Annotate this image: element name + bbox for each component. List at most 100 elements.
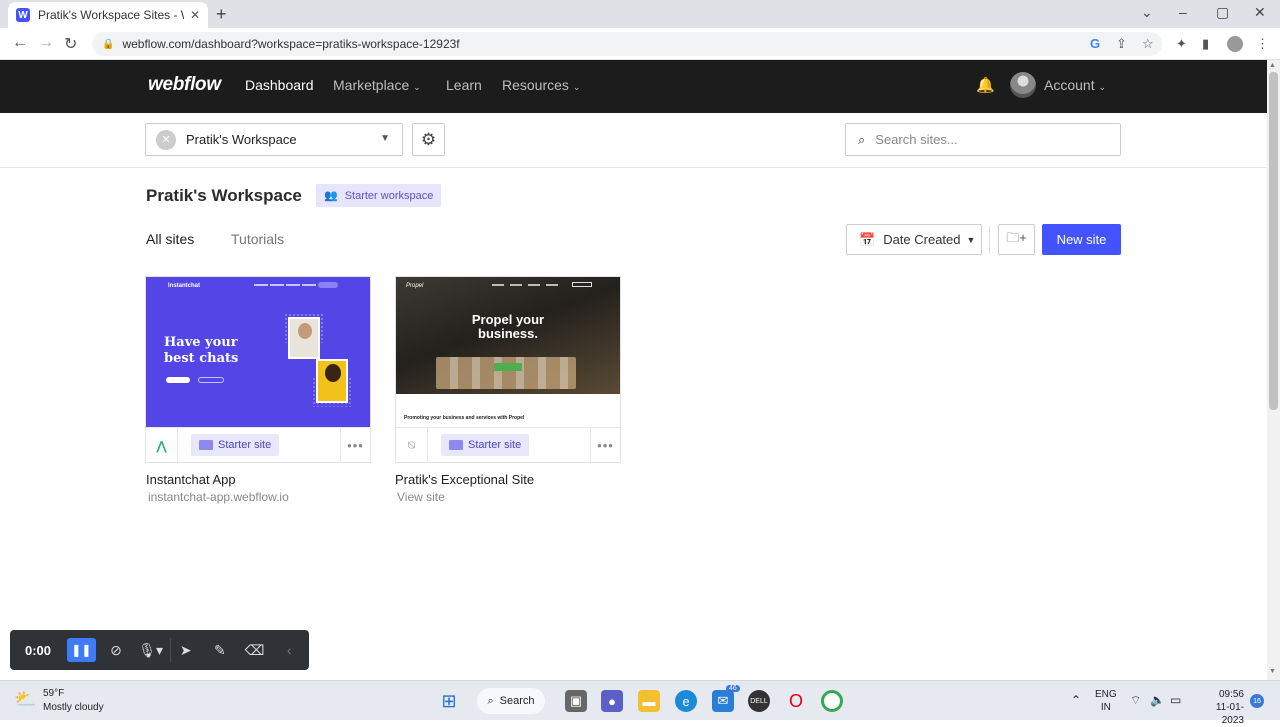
notification-badge[interactable]: 16 (1250, 694, 1264, 708)
scroll-up-icon[interactable]: ▲ (1269, 62, 1276, 69)
system-clock[interactable]: 09:56 11-01-2023 (1194, 688, 1244, 727)
webflow-favicon-icon: W (16, 8, 30, 22)
pointer-icon[interactable]: ➤ (170, 638, 200, 662)
eraser-icon[interactable]: ⌫ (240, 638, 270, 662)
nav-resources[interactable]: Resources ⌄ (502, 77, 580, 93)
language-indicator[interactable]: ENG IN (1095, 688, 1117, 714)
tab-all-sites[interactable]: All sites (146, 231, 194, 247)
calendar-icon: 📅 (859, 231, 876, 247)
site-card-footer: ⋀ Starter site ••• (146, 427, 370, 463)
mic-off-icon[interactable]: 🎙▾ (136, 638, 166, 662)
account-avatar[interactable] (1010, 72, 1036, 98)
chrome-menu-icon[interactable]: ⋮ (1256, 36, 1269, 52)
site-card[interactable]: Instantchat Have your best chats ⋀ Start… (145, 276, 371, 463)
extensions-icon[interactable]: ✦ (1176, 36, 1187, 52)
new-folder-button[interactable]: 🗀+ (998, 224, 1035, 255)
maximize-icon[interactable]: ▢ (1216, 4, 1229, 21)
chrome-icon[interactable] (821, 690, 843, 712)
minimize-icon[interactable]: – (1179, 4, 1187, 20)
search-sites-box[interactable]: ⌕ (845, 123, 1121, 156)
search-input[interactable] (875, 132, 1096, 147)
sort-dropdown[interactable]: 📅 Date Created ▼ (846, 224, 982, 255)
edge-browser-icon[interactable]: e (675, 690, 697, 712)
nav-dashboard[interactable]: Dashboard (245, 77, 314, 93)
account-menu[interactable]: Account ⌄ (1044, 77, 1106, 93)
thumb-nav-link (510, 284, 522, 286)
browser-tab[interactable]: W Pratik's Workspace Sites - Webflow ✕ (8, 2, 208, 28)
teams-chat-icon[interactable]: ● (601, 690, 623, 712)
url-field[interactable]: 🔒 webflow.com/dashboard?workspace=pratik… (92, 32, 1162, 56)
site-thumbnail[interactable]: Propel Propel your business. Promoting y… (396, 277, 620, 427)
mail-icon[interactable]: ✉ (712, 690, 734, 712)
close-tab-icon[interactable]: ✕ (190, 8, 200, 22)
thumb-nav-link (528, 284, 540, 286)
site-more-options-icon[interactable]: ••• (590, 428, 620, 463)
page-title: Pratik's Workspace (146, 186, 302, 205)
starter-site-badge[interactable]: Starter site (191, 434, 280, 456)
close-window-icon[interactable]: ✕ (1254, 4, 1266, 21)
google-icon[interactable]: G (1090, 36, 1100, 51)
battery-icon[interactable]: ▭ (1170, 693, 1181, 707)
task-view-icon[interactable]: ▣ (565, 690, 587, 712)
scroll-down-icon[interactable]: ▼ (1269, 668, 1276, 675)
webflow-logo[interactable]: webflow (148, 74, 221, 96)
opera-icon[interactable]: O (785, 690, 807, 712)
weather-icon[interactable]: ⛅ (14, 689, 36, 710)
screen-recorder-toolbar: 0:00 ❚❚ ⊘ 🎙▾ ➤ ✎ ⌫ ‹ (10, 630, 309, 670)
scrollbar-thumb[interactable] (1269, 72, 1278, 410)
dell-icon[interactable]: DELL (748, 690, 770, 712)
windows-start-icon[interactable]: ⊞ (438, 690, 460, 712)
thumb-primary-button (166, 377, 190, 383)
site-view-link[interactable]: View site (397, 490, 445, 504)
back-icon[interactable]: ← (12, 34, 28, 52)
thumb-headline: Propel your business. (471, 312, 545, 341)
workspace-plan-badge[interactable]: 👥 Starter workspace (316, 184, 442, 207)
site-more-options-icon[interactable]: ••• (340, 428, 370, 463)
wifi-icon[interactable]: ⌔ (1130, 693, 1141, 708)
mail-badge: 46 (726, 685, 740, 692)
search-icon: ⌕ (487, 694, 494, 707)
chevron-down-icon: ⌄ (572, 82, 581, 92)
reload-icon[interactable]: ↻ (64, 34, 77, 54)
thumb-nav-link (270, 284, 284, 286)
pen-icon[interactable]: ✎ (205, 638, 235, 662)
file-explorer-icon[interactable]: ▬ (638, 690, 660, 712)
side-panel-icon[interactable]: ▮ (1202, 36, 1209, 52)
collapse-icon[interactable]: ‹ (274, 638, 304, 662)
notifications-bell-icon[interactable]: 🔔 (976, 76, 995, 94)
thumb-nav-link (286, 284, 300, 286)
bookmark-star-icon[interactable]: ☆ (1142, 36, 1154, 52)
workspace-selector[interactable]: ✕ Pratik's Workspace ▼ (145, 123, 403, 156)
weather-temperature: 59°F (43, 688, 65, 699)
browser-tab-bar: W Pratik's Workspace Sites - Webflow ✕ +… (0, 0, 1280, 28)
forward-icon[interactable]: → (38, 34, 54, 52)
windows-taskbar: ⛅ 59°F Mostly cloudy ⊞ ⌕ Search ▣ ● ▬ e … (0, 680, 1280, 726)
workspace-settings-button[interactable]: ⚙ (412, 123, 445, 156)
pause-icon[interactable]: ❚❚ (66, 638, 97, 662)
share-icon[interactable]: ⇪ (1116, 36, 1127, 52)
new-tab-icon[interactable]: + (216, 4, 227, 25)
site-name[interactable]: Instantchat App (146, 472, 236, 487)
site-favicon-icon: ⋀ (146, 428, 178, 463)
site-thumbnail[interactable]: Instantchat Have your best chats (146, 277, 370, 427)
site-url[interactable]: instantchat-app.webflow.io (148, 490, 289, 504)
profile-avatar[interactable] (1227, 36, 1243, 52)
show-hidden-icons[interactable]: ⌃ (1071, 693, 1081, 707)
add-folder-icon: 🗀+ (1006, 229, 1027, 245)
nav-learn[interactable]: Learn (446, 77, 482, 93)
taskbar-search[interactable]: ⌕ Search (477, 688, 545, 714)
site-card[interactable]: Propel Propel your business. Promoting y… (395, 276, 621, 463)
url-text: webflow.com/dashboard?workspace=pratiks-… (122, 37, 460, 51)
tab-search-icon[interactable]: ⌄ (1141, 4, 1153, 21)
new-site-button[interactable]: New site (1042, 224, 1121, 255)
nav-marketplace[interactable]: Marketplace ⌄ (333, 77, 421, 93)
thumb-nav-button (572, 282, 592, 287)
webflow-top-nav: webflow Dashboard Marketplace ⌄ Learn Re… (0, 60, 1267, 113)
starter-site-badge[interactable]: Starter site (441, 434, 530, 456)
tab-tutorials[interactable]: Tutorials (231, 231, 284, 247)
chevron-down-icon: ▼ (966, 234, 976, 245)
camera-off-icon[interactable]: ⊘ (101, 638, 131, 662)
site-name[interactable]: Pratik's Exceptional Site (395, 472, 534, 487)
volume-icon[interactable]: 🔈 (1150, 693, 1165, 707)
recording-timer: 0:00 (25, 642, 52, 658)
